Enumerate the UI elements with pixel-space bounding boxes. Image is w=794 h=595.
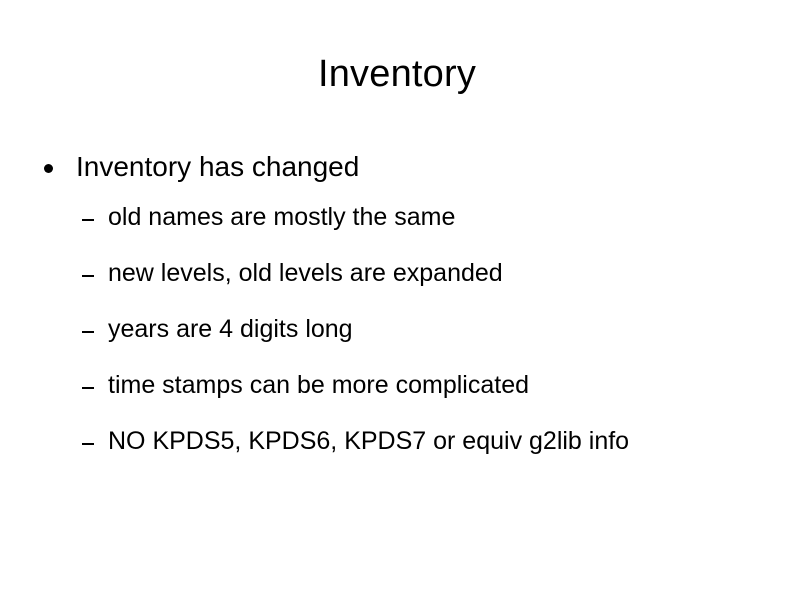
list-item: NO KPDS5, KPDS6, KPDS7 or equiv g2lib in… [76, 426, 794, 456]
disc-bullet-icon [44, 164, 53, 173]
bullet-text-level2: years are 4 digits long [108, 315, 353, 343]
bullet-text-level2: time stamps can be more complicated [108, 371, 530, 399]
dash-bullet-icon [82, 387, 94, 389]
list-item: new levels, old levels are expanded [76, 258, 794, 288]
list-item: years are 4 digits long [76, 314, 794, 344]
bullet-text-level1: Inventory has changed [76, 151, 360, 182]
dash-bullet-icon [82, 275, 94, 277]
bullet-text-level2: NO KPDS5, KPDS6, KPDS7 or equiv g2lib in… [108, 427, 630, 455]
list-item: time stamps can be more complicated [76, 370, 794, 400]
dash-bullet-icon [82, 219, 94, 221]
bullet-list-level2: old names are mostly the same new levels… [76, 202, 794, 456]
list-item: old names are mostly the same [76, 202, 794, 232]
presentation-slide: Inventory Inventory has changed old name… [0, 0, 794, 595]
slide-body: Inventory has changed old names are most… [0, 150, 794, 472]
page-title: Inventory [317, 53, 477, 95]
dash-bullet-icon [82, 443, 94, 445]
list-item: Inventory has changed old names are most… [0, 150, 794, 456]
bullet-text-level2: new levels, old levels are expanded [108, 259, 503, 287]
bullet-text-level2: old names are mostly the same [108, 203, 456, 231]
bullet-list-level1: Inventory has changed old names are most… [0, 150, 794, 456]
dash-bullet-icon [82, 331, 94, 333]
